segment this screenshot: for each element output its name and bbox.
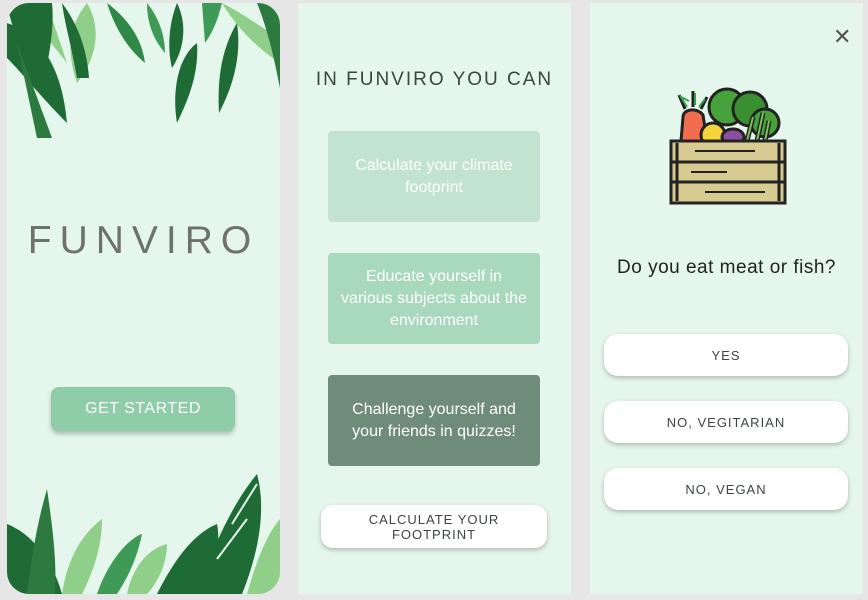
feature-card-educate[interactable]: Educate yourself in various subjects abo… (328, 253, 540, 344)
close-icon[interactable]: ✕ (833, 26, 851, 48)
calculate-footprint-button[interactable]: CALCULATE YOUR FOOTPRINT (321, 505, 547, 548)
vegetable-crate-icon (669, 87, 787, 205)
app-logo-text: FUNVIRO (27, 219, 260, 262)
diet-question-screen: ✕ Do you eat meat or fish? YES NO, VEGIT… (590, 3, 863, 594)
feature-card-quizzes[interactable]: Challenge yourself and your friends in q… (328, 375, 540, 466)
features-title: IN FUNVIRO YOU CAN (315, 69, 554, 90)
feature-card-footprint[interactable]: Calculate your climate footprint (328, 131, 540, 222)
jungle-leaves-top-illustration (7, 3, 280, 138)
question-text: Do you eat meat or fish? (617, 257, 836, 278)
features-screen: IN FUNVIRO YOU CAN Calculate your climat… (298, 3, 571, 594)
answer-vegetarian-button[interactable]: NO, VEGITARIAN (604, 401, 848, 443)
answer-yes-button[interactable]: YES (604, 334, 848, 376)
get-started-button[interactable]: GET STARTED (51, 387, 235, 431)
jungle-leaves-bottom-illustration (7, 474, 280, 594)
welcome-screen: FUNVIRO GET STARTED (7, 3, 280, 594)
answer-vegan-button[interactable]: NO, VEGAN (604, 468, 848, 510)
